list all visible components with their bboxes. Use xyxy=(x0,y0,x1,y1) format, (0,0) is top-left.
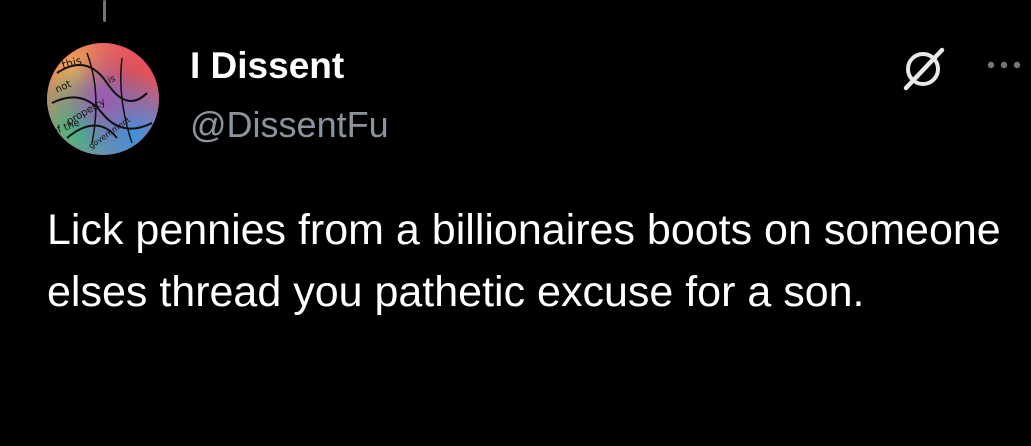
more-options-icon[interactable] xyxy=(982,50,1026,80)
post-text: Lick pennies from a billionaires boots o… xyxy=(47,206,1001,316)
thread-connector-line xyxy=(103,0,106,22)
author-handle[interactable]: @DissentFu xyxy=(190,103,389,147)
avatar[interactable]: this is not property of the government xyxy=(47,43,159,155)
avatar-image: this is not property of the government xyxy=(47,43,159,155)
author-display-name[interactable]: I Dissent xyxy=(190,43,344,89)
grok-icon[interactable] xyxy=(898,44,948,94)
